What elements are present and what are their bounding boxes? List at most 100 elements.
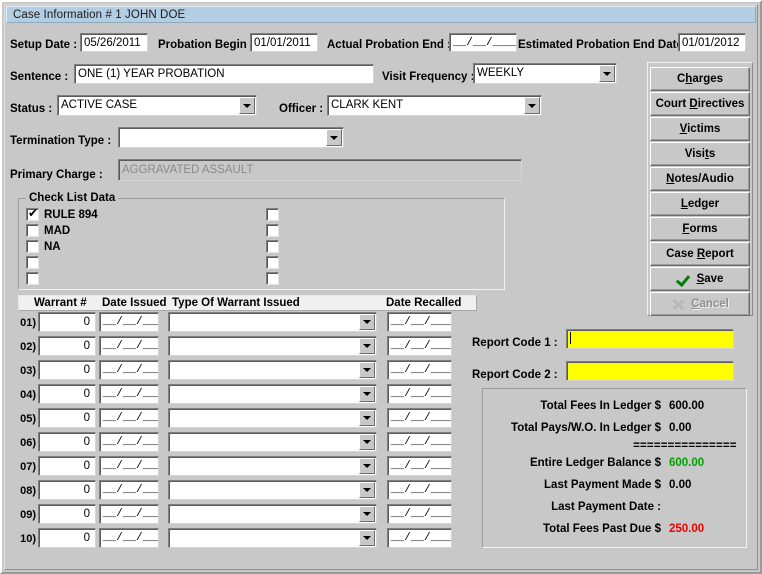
warrant-number-input[interactable]: 0 (38, 528, 96, 548)
warrant-number-input[interactable]: 0 (38, 456, 96, 476)
checklist-right-checkbox-4[interactable] (266, 256, 279, 269)
chevron-down-icon (363, 536, 371, 540)
checklist-left-checkbox-5[interactable] (26, 272, 39, 285)
warrant-date-recalled-input[interactable]: __/__/____ (387, 456, 452, 476)
warrant-date-issued-input[interactable]: __/__/____ (99, 456, 159, 476)
primary-charge-input: AGGRAVATED ASSAULT (118, 159, 522, 181)
checklist-right-checkbox-1[interactable] (266, 208, 279, 221)
notes-audio-button[interactable]: Notes/Audio (650, 167, 750, 191)
warrant-type-dropdown-button[interactable] (359, 386, 375, 402)
warrant-type-select[interactable] (168, 336, 377, 356)
warrant-type-dropdown-button[interactable] (359, 362, 375, 378)
report-code-1-input[interactable] (566, 329, 734, 349)
warrant-type-value (172, 458, 357, 475)
warrant-date-recalled-input[interactable]: __/__/____ (387, 384, 452, 404)
warrant-type-dropdown-button[interactable] (359, 458, 375, 474)
court-directives-button-label: Court Directives (655, 98, 745, 110)
warrant-date-issued-input[interactable]: __/__/____ (99, 504, 159, 524)
ledger-value: 600.00 (669, 400, 705, 412)
warrant-date-issued-input[interactable]: __/__/____ (99, 480, 159, 500)
officer-dropdown-button[interactable] (524, 97, 540, 114)
checkmark-icon: ✔ (28, 206, 39, 220)
warrant-type-dropdown-button[interactable] (359, 530, 375, 546)
warrant-number-input[interactable]: 0 (38, 504, 96, 524)
forms-button[interactable]: Forms (650, 217, 750, 241)
case-report-button[interactable]: Case Report (650, 242, 750, 266)
warrant-type-value (172, 338, 357, 355)
warrant-number-input[interactable]: 0 (38, 408, 96, 428)
checklist-left-checkbox-3[interactable] (26, 240, 39, 253)
checklist-right-checkbox-2[interactable] (266, 224, 279, 237)
case-information-window: Case Information # 1 JOHN DOE Setup Date… (0, 0, 762, 574)
warrant-date-recalled-input[interactable]: __/__/____ (387, 408, 452, 428)
warrant-date-recalled-input[interactable]: __/__/____ (387, 312, 452, 332)
warrant-number-input[interactable]: 0 (38, 312, 96, 332)
warrant-type-dropdown-button[interactable] (359, 338, 375, 354)
warrant-date-recalled-input[interactable]: __/__/____ (387, 432, 452, 452)
warrant-number-input[interactable]: 0 (38, 336, 96, 356)
warrant-type-select[interactable] (168, 456, 377, 476)
chevron-down-icon (363, 392, 371, 396)
visit-frequency-select[interactable]: WEEKLY (473, 63, 617, 84)
warrant-type-select[interactable] (168, 384, 377, 404)
visit-frequency-dropdown-button[interactable] (599, 65, 615, 82)
warrant-type-select[interactable] (168, 408, 377, 428)
text-caret (570, 332, 571, 344)
warrant-date-issued-input[interactable]: __/__/____ (99, 312, 159, 332)
actual-probation-end-input[interactable]: __/__/____ (449, 33, 517, 52)
officer-select[interactable]: CLARK KENT (327, 95, 542, 116)
warrant-type-select[interactable] (168, 528, 377, 548)
window-title: Case Information # 1 JOHN DOE (13, 8, 186, 21)
warrant-type-dropdown-button[interactable] (359, 314, 375, 330)
warrant-type-dropdown-button[interactable] (359, 506, 375, 522)
warrant-date-recalled-input[interactable]: __/__/____ (387, 504, 452, 524)
probation-begin-input[interactable]: 01/01/2011 (250, 33, 318, 52)
checklist-title: Check List Data (26, 192, 119, 204)
ledger-button-label: Ledger (680, 198, 720, 210)
warrant-type-select[interactable] (168, 480, 377, 500)
warrant-date-issued-input[interactable]: __/__/____ (99, 336, 159, 356)
ledger-separator: =============== (633, 440, 737, 453)
save-button[interactable]: Save (650, 267, 750, 291)
checklist-right-checkbox-3[interactable] (266, 240, 279, 253)
warrant-type-select[interactable] (168, 312, 377, 332)
court-directives-button[interactable]: Court Directives (650, 92, 750, 116)
warrant-type-dropdown-button[interactable] (359, 434, 375, 450)
setup-date-input[interactable]: 05/26/2011 (80, 33, 148, 52)
warrant-number-input[interactable]: 0 (38, 384, 96, 404)
warrant-date-issued-input[interactable]: __/__/____ (99, 432, 159, 452)
checklist-left-checkbox-2[interactable] (26, 224, 39, 237)
warrant-type-select[interactable] (168, 504, 377, 524)
ledger-button[interactable]: Ledger (650, 192, 750, 216)
checklist-left-checkbox-4[interactable] (26, 256, 39, 269)
report-code-2-input[interactable] (566, 361, 734, 381)
warrant-type-dropdown-button[interactable] (359, 410, 375, 426)
warrant-number-input[interactable]: 0 (38, 480, 96, 500)
warrant-type-select[interactable] (168, 432, 377, 452)
termination-type-dropdown-button[interactable] (326, 129, 342, 146)
ledger-label: Last Payment Date : (551, 501, 661, 513)
estimated-probation-end-input[interactable]: 01/01/2012 (678, 33, 746, 52)
warrant-row-number: 07) (20, 461, 36, 473)
warrant-date-issued-input[interactable]: __/__/____ (99, 528, 159, 548)
termination-type-select[interactable] (118, 127, 344, 148)
status-dropdown-button[interactable] (239, 97, 255, 114)
warrant-date-recalled-input[interactable]: __/__/____ (387, 360, 452, 380)
warrant-number-input[interactable]: 0 (38, 432, 96, 452)
status-select[interactable]: ACTIVE CASE (57, 95, 257, 116)
checklist-left-checkbox-1[interactable]: ✔ (26, 206, 39, 221)
victims-button[interactable]: Victims (650, 117, 750, 141)
warrant-number-input[interactable]: 0 (38, 360, 96, 380)
warrant-date-recalled-input[interactable]: __/__/____ (387, 528, 452, 548)
warrant-date-issued-input[interactable]: __/__/____ (99, 384, 159, 404)
sentence-input[interactable]: ONE (1) YEAR PROBATION (74, 64, 374, 84)
warrant-type-dropdown-button[interactable] (359, 482, 375, 498)
warrant-date-recalled-input[interactable]: __/__/____ (387, 336, 452, 356)
charges-button[interactable]: Charges (650, 67, 750, 91)
checklist-right-checkbox-5[interactable] (266, 272, 279, 285)
visits-button[interactable]: Visits (650, 142, 750, 166)
warrant-date-recalled-input[interactable]: __/__/____ (387, 480, 452, 500)
warrant-type-select[interactable] (168, 360, 377, 380)
warrant-date-issued-input[interactable]: __/__/____ (99, 408, 159, 428)
warrant-date-issued-input[interactable]: __/__/____ (99, 360, 159, 380)
